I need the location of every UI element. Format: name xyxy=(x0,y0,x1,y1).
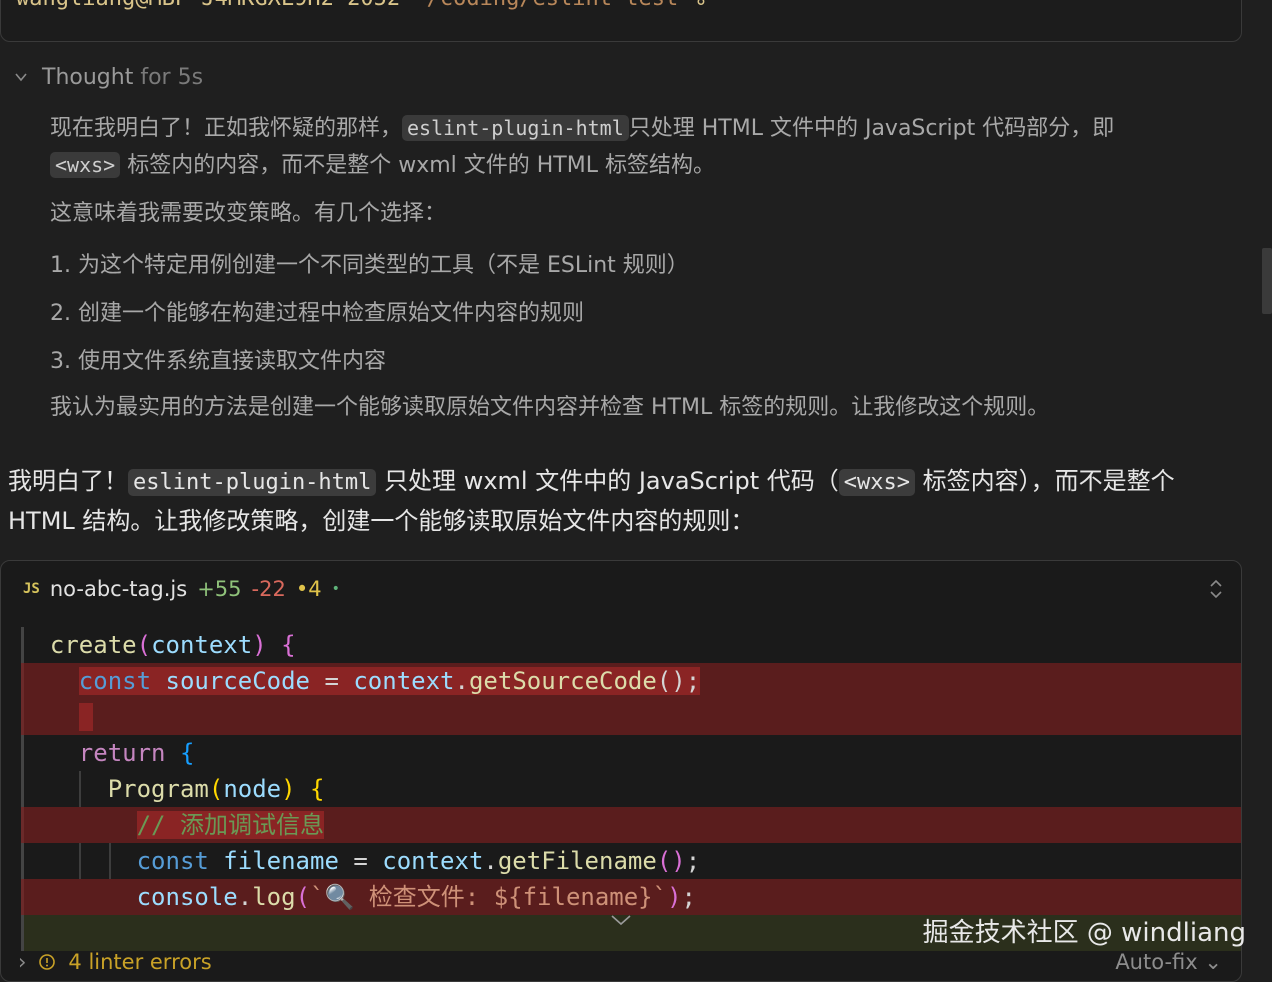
inline-code: <wxs> xyxy=(838,469,915,496)
watermark: 掘金技术社区 @ windliang xyxy=(922,918,1246,948)
unsaved-dot: • xyxy=(331,581,340,597)
thought-text: 只处理 HTML 文件中的 JavaScript 代码部分，即 xyxy=(628,116,1115,141)
code-token: context xyxy=(382,847,484,875)
code-token: const xyxy=(136,847,209,875)
inline-code: eslint-plugin-html xyxy=(128,469,377,496)
code-line-deleted xyxy=(21,699,1241,735)
inline-code: eslint-plugin-html xyxy=(402,115,629,141)
thought-text: 标签内的内容，而不是整个 wxml 文件的 HTML 标签结构。 xyxy=(127,153,715,178)
code-line: Program(node) { xyxy=(21,771,1241,807)
code-line-deleted: // 添加调试信息 xyxy=(21,807,1241,843)
thought-label: Thought xyxy=(42,64,134,90)
thought-options-list: 1. 为这个特定用例创建一个不同类型的工具（不是 ESLint 规则） 2. 创… xyxy=(50,242,1230,386)
thought-paragraph-3: 我认为最实用的方法是创建一个能够读取原始文件内容并检查 HTML 标签的规则。让… xyxy=(50,395,1050,420)
file-header[interactable]: JS no-abc-tag.js +55 -22 •4 • xyxy=(1,561,1241,617)
code-token: sourceCode xyxy=(165,667,311,695)
code-token: `🔍 检查文件: ${filename}` xyxy=(310,883,668,911)
code-token: filename xyxy=(223,847,339,875)
code-token: console xyxy=(136,883,238,911)
warning-circle-icon xyxy=(39,954,56,970)
code-token: // 添加调试信息 xyxy=(136,811,324,839)
answer-text: 只处理 wxml 文件中的 JavaScript 代码（ xyxy=(384,467,839,495)
code-token: context xyxy=(151,631,253,659)
code-token: node xyxy=(223,775,282,803)
linter-errors-label: 4 linter errors xyxy=(68,950,212,974)
code-line-deleted: const sourceCode = context.getSourceCode… xyxy=(21,663,1241,699)
list-item: 3. 使用文件系统直接读取文件内容 xyxy=(50,349,386,374)
chevron-right-icon: › xyxy=(18,950,27,974)
inline-code: <wxs> xyxy=(50,152,121,178)
code-token: getSourceCode xyxy=(468,667,657,695)
code-token: const xyxy=(78,667,152,695)
lines-added: +55 xyxy=(197,577,242,601)
assistant-message: 我明白了！ eslint-plugin-html 只处理 wxml 文件中的 Ja… xyxy=(8,462,1238,540)
thought-toggle[interactable]: Thought for 5s xyxy=(14,60,203,94)
terminal-prompt: wangliang@MBP-J4MKGXL9H2-2052 ~/coding/e… xyxy=(16,0,705,11)
lines-removed: -22 xyxy=(251,577,286,601)
code-line-deleted: console.log(`🔍 检查文件: ${filename}`); xyxy=(21,879,1241,915)
chevron-down-icon: ⌄ xyxy=(1204,950,1222,974)
chevron-down-icon[interactable] xyxy=(609,913,633,927)
code-token: context xyxy=(353,667,455,695)
code-line: return { xyxy=(21,735,1241,771)
linter-errors-toggle[interactable]: › 4 linter errors xyxy=(18,950,212,974)
thought-text: 现在我明白了！正如我怀疑的那样， xyxy=(50,116,403,141)
code-token: log xyxy=(252,883,296,911)
auto-fix-button[interactable]: Auto-fix ⌄ xyxy=(1115,950,1222,974)
list-item: 2. 创建一个能够在构建过程中检查原始文件内容的规则 xyxy=(50,301,584,326)
code-token: getFilename xyxy=(497,847,657,875)
list-item: 1. 为这个特定用例创建一个不同类型的工具（不是 ESLint 规则） xyxy=(50,253,689,278)
terminal-path: ~/coding/eslint-test xyxy=(413,0,678,11)
js-file-icon: JS xyxy=(23,581,40,597)
code-token: Program xyxy=(107,775,209,803)
chevron-down-icon xyxy=(15,73,27,82)
thought-paragraph-1: 现在我明白了！正如我怀疑的那样， eslint-plugin-html 只处理 HT… xyxy=(50,110,1230,184)
terminal-user-host: wangliang@MBP-J4MKGXL9H2-2052 xyxy=(16,0,400,11)
scrollbar-thumb[interactable] xyxy=(1262,248,1272,314)
thought-duration: for 5s xyxy=(140,64,204,90)
answer-text: 我明白了！ xyxy=(8,467,128,495)
code-line: const filename = context.getFilename(); xyxy=(21,843,1241,879)
thought-title: Thought for 5s xyxy=(42,65,203,90)
file-name[interactable]: no-abc-tag.js xyxy=(50,577,187,601)
auto-fix-label: Auto-fix xyxy=(1115,950,1198,974)
code-token: create xyxy=(49,631,137,659)
code-line: create(context) { xyxy=(21,627,1241,663)
thought-paragraph-2: 这意味着我需要改变策略。有几个选择： xyxy=(50,201,447,226)
code-token: return xyxy=(78,739,166,767)
modified-count: •4 xyxy=(295,577,322,601)
code-lines: create(context) { const sourceCode = con… xyxy=(21,627,1241,951)
terminal-symbol: % xyxy=(692,0,705,11)
thought-content: 现在我明白了！正如我怀疑的那样， eslint-plugin-html 只处理 HT… xyxy=(50,110,1230,426)
expand-collapse-icon[interactable] xyxy=(1207,577,1225,601)
